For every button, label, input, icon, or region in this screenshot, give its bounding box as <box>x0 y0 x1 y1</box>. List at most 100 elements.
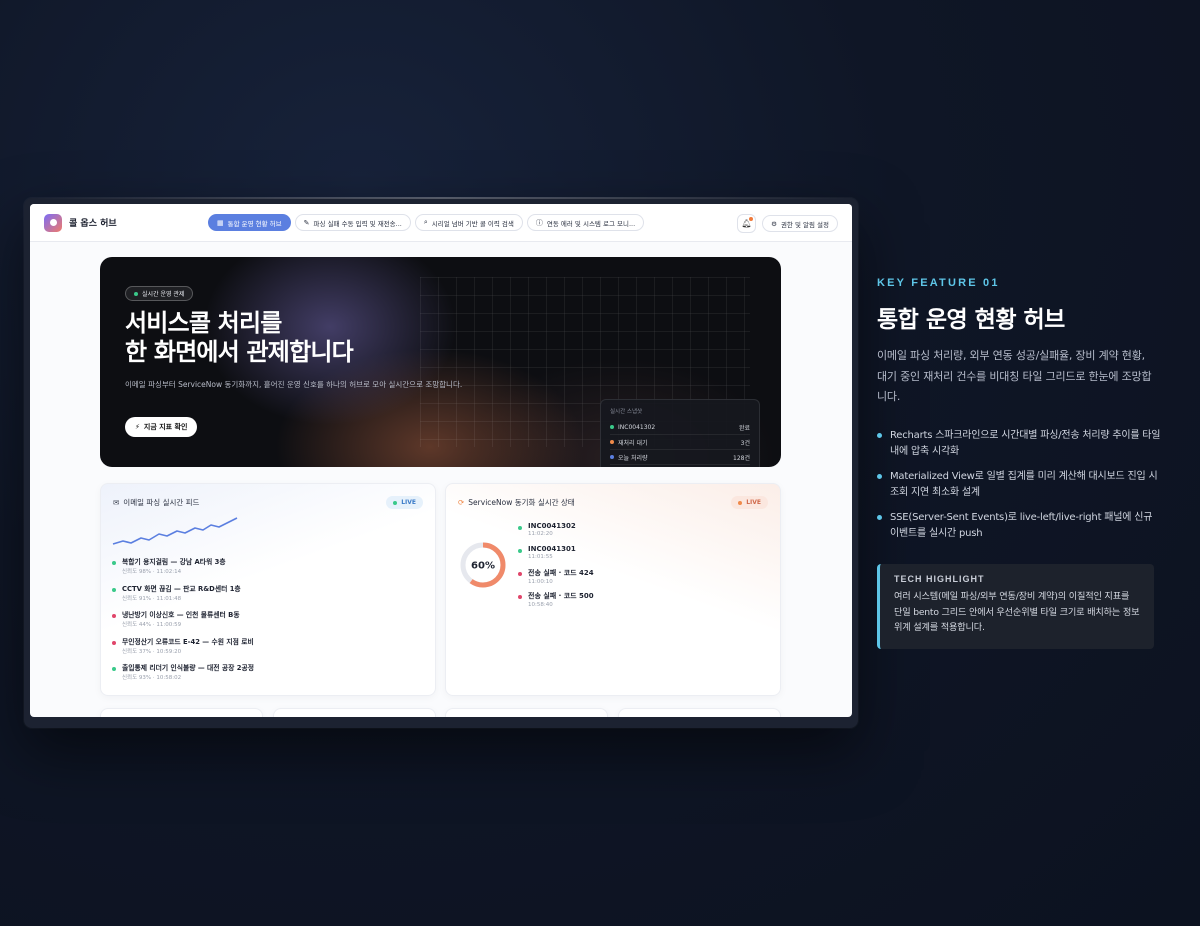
servicenow-sync-card: ⟳ ServiceNow 동기화 실시간 상태 LIVE 60% INC0041… <box>445 483 781 696</box>
bottom-tile <box>445 708 608 717</box>
feed-item-title: 무인정산기 오류코드 E-42 — 수원 지점 로비 <box>122 637 254 646</box>
tab-ops-hub[interactable]: ▦ 통합 운영 현황 허브 <box>208 214 291 231</box>
sparkline-line <box>112 517 238 545</box>
sn-event-title: 전송 실패 · 코드 500 <box>528 592 594 600</box>
status-row: 오늘 처리량 128건 <box>610 450 750 465</box>
email-feed-list: 복합기 용지걸림 — 강남 A타워 3층 신뢰도 98% · 11:02:14 … <box>112 556 423 689</box>
status-dot <box>518 549 522 553</box>
sn-event-time: 10:58:40 <box>528 602 553 608</box>
progress-ring-label: 60% <box>471 561 495 572</box>
logo-text: 콜 옵스 허브 <box>69 219 117 229</box>
live-dot-icon <box>393 500 398 505</box>
settings-label: 권한 및 알림 설정 <box>780 220 829 229</box>
tab-error-logs[interactable]: ⓘ 연동 에러 및 시스템 로그 모니... <box>526 214 645 231</box>
card-header: ⟳ ServiceNow 동기화 실시간 상태 LIVE <box>458 496 768 509</box>
hero-title-line2: 한 화면에서 관제합니다 <box>125 338 354 366</box>
status-dot <box>610 440 614 444</box>
feature-kicker: KEY FEATURE 01 <box>877 277 1000 289</box>
status-row-label: INC0041302 <box>618 423 656 431</box>
search-icon: ⌕ <box>423 218 428 226</box>
cta-button[interactable]: ⚡ 지금 지표 확인 <box>125 417 198 437</box>
status-dot <box>610 425 614 429</box>
tech-highlight-title: TECH HIGHLIGHT <box>894 574 985 584</box>
status-dot <box>518 572 522 576</box>
sn-event-time: 11:02:20 <box>528 531 553 537</box>
email-feed-card: ✉ 이메일 파싱 실시간 피드 LIVE 복합기 용지걸림 — 강남 A타워 3… <box>100 483 436 696</box>
sn-event-item[interactable]: INC0041301 11:01:55 <box>518 545 594 568</box>
feed-item-meta: 신뢰도 91% · 11:01:48 <box>122 595 182 602</box>
bottom-tile <box>100 708 263 717</box>
status-dot <box>112 667 116 671</box>
progress-ring: 60% <box>460 542 506 588</box>
logo-icon <box>44 213 62 232</box>
feed-item-title: 복합기 용지걸림 — 강남 A타워 3층 <box>122 558 226 566</box>
top-nav: 콜 옵스 허브 ▦ 통합 운영 현황 허브 ✎ 파싱 실패 수동 입력 및 재전… <box>30 204 852 242</box>
cta-label: 지금 지표 확인 <box>143 423 188 431</box>
grid-icon: ▦ <box>217 218 224 227</box>
sn-event-item[interactable]: 전송 실패 · 코드 424 11:00:10 <box>518 568 594 591</box>
tab-label: 파싱 실패 수동 입력 및 재전송... <box>313 219 402 228</box>
status-panel-title: 실시간 스냅샷 <box>610 409 643 415</box>
sn-event-title: INC0041302 <box>528 522 576 530</box>
status-dot <box>112 614 116 618</box>
feed-item-title: 냉난방기 이상신호 — 인천 물류센터 B동 <box>122 611 240 619</box>
status-dot <box>112 561 116 565</box>
hero-badge-label: 실시간 운영 관제 <box>142 291 185 298</box>
tech-highlight-box: TECH HIGHLIGHT 여러 시스템(메일 파싱/외부 연동/장비 계약)… <box>877 564 1154 649</box>
status-row-label: 오늘 처리량 <box>618 454 648 462</box>
sn-event-time: 11:00:10 <box>528 579 553 585</box>
bottom-tile <box>273 708 436 717</box>
feature-bullet: SSE(Server-Sent Events)로 live-left/live-… <box>877 510 1162 542</box>
tab-serial-search[interactable]: ⌕ 시리얼 넘버 기반 콜 이력 검색 <box>414 214 523 231</box>
tab-label: 시리얼 넘버 기반 콜 이력 검색 <box>431 219 514 228</box>
hero-title-line1: 서비스콜 처리를 <box>125 309 282 337</box>
tech-highlight-body: 여러 시스템(메일 파싱/외부 연동/장비 계약)의 이질적인 지표를 단일 b… <box>894 591 1140 633</box>
feed-item-meta: 신뢰도 98% · 11:02:14 <box>122 569 182 575</box>
sync-icon: ⟳ <box>458 498 465 507</box>
status-row-value: 128건 <box>733 454 750 462</box>
hero-badge: 실시간 운영 관제 <box>125 286 194 301</box>
feature-title: 통합 운영 현황 허브 <box>877 307 1065 333</box>
sn-event-item[interactable]: INC0041302 11:02:20 <box>518 522 594 545</box>
feed-item-meta: 신뢰도 93% · 10:58:02 <box>122 675 182 681</box>
lightning-icon: ⚡ <box>135 423 140 431</box>
mail-icon: ✉ <box>113 498 120 507</box>
sparkline-chart <box>112 517 238 545</box>
feed-item[interactable]: 냉난방기 이상신호 — 인천 물류센터 B동 신뢰도 44% · 11:00:5… <box>112 609 423 636</box>
logo[interactable]: 콜 옵스 허브 <box>44 213 204 232</box>
status-row: 재처리 대기 3건 <box>610 435 750 450</box>
feed-item[interactable]: 출입통제 리더기 인식불량 — 대전 공장 2공정 신뢰도 93% · 10:5… <box>112 662 423 689</box>
status-row-label: 재처리 대기 <box>618 439 648 447</box>
feed-item-title: CCTV 화면 끊김 — 판교 R&D센터 1층 <box>122 584 241 593</box>
status-dot <box>518 595 522 599</box>
sn-event-item[interactable]: 전송 실패 · 코드 500 10:58:40 <box>518 591 594 614</box>
alert-circle-icon: ⓘ <box>535 218 543 227</box>
status-dot <box>518 526 522 530</box>
feed-item[interactable]: 무인정산기 오류코드 E-42 — 수원 지점 로비 신뢰도 37% · 10:… <box>112 636 423 663</box>
feature-description: 이메일 파싱 처리량, 외부 연동 성공/실패율, 장비 계약 현황, 대기 중… <box>877 349 1152 403</box>
settings-button[interactable]: ⚙ 권한 및 알림 설정 <box>762 215 838 232</box>
live-badge: LIVE <box>731 496 768 509</box>
nav-tabs: ▦ 통합 운영 현황 허브 ✎ 파싱 실패 수동 입력 및 재전송... ⌕ 시… <box>208 214 645 231</box>
feature-bullet: Materialized View로 일별 집계를 미리 계산해 대시보드 진입… <box>877 469 1162 501</box>
feature-bullet: Recharts 스파크라인으로 시간대별 파싱/전송 처리량 추이를 타일 내… <box>877 428 1162 460</box>
feed-item-meta: 신뢰도 37% · 10:59:20 <box>122 648 182 655</box>
notification-button[interactable]: 🔔︎ <box>737 214 757 233</box>
live-label: LIVE <box>401 499 416 506</box>
tab-manual-input[interactable]: ✎ 파싱 실패 수동 입력 및 재전송... <box>294 214 411 231</box>
bottom-tile <box>618 708 781 717</box>
status-dot <box>112 640 116 645</box>
feed-item[interactable]: CCTV 화면 끊김 — 판교 R&D센터 1층 신뢰도 91% · 11:01… <box>112 583 423 610</box>
status-snapshot-panel: 실시간 스냅샷 INC0041302 완료 재처리 대기 3건 오늘 처리량 1… <box>600 399 760 467</box>
live-dot-icon <box>738 500 743 505</box>
feed-item[interactable]: 복합기 용지걸림 — 강남 A타워 3층 신뢰도 98% · 11:02:14 <box>112 556 423 583</box>
hero-banner: 실시간 운영 관제 서비스콜 처리를 한 화면에서 관제합니다 이메일 파싱부터… <box>100 257 781 467</box>
device-screen: 콜 옵스 허브 ▦ 통합 운영 현황 허브 ✎ 파싱 실패 수동 입력 및 재전… <box>24 197 858 728</box>
feed-item-meta: 신뢰도 44% · 11:00:59 <box>122 622 182 628</box>
status-row: INC0041302 완료 <box>610 420 750 435</box>
sn-event-list: INC0041302 11:02:20 INC0041301 11:01:55 … <box>518 522 594 614</box>
status-dot <box>112 587 116 592</box>
gear-icon: ⚙ <box>771 219 777 228</box>
feature-bullets: Recharts 스파크라인으로 시간대별 파싱/전송 처리량 추이를 타일 내… <box>877 428 1162 551</box>
notification-dot <box>749 217 754 221</box>
